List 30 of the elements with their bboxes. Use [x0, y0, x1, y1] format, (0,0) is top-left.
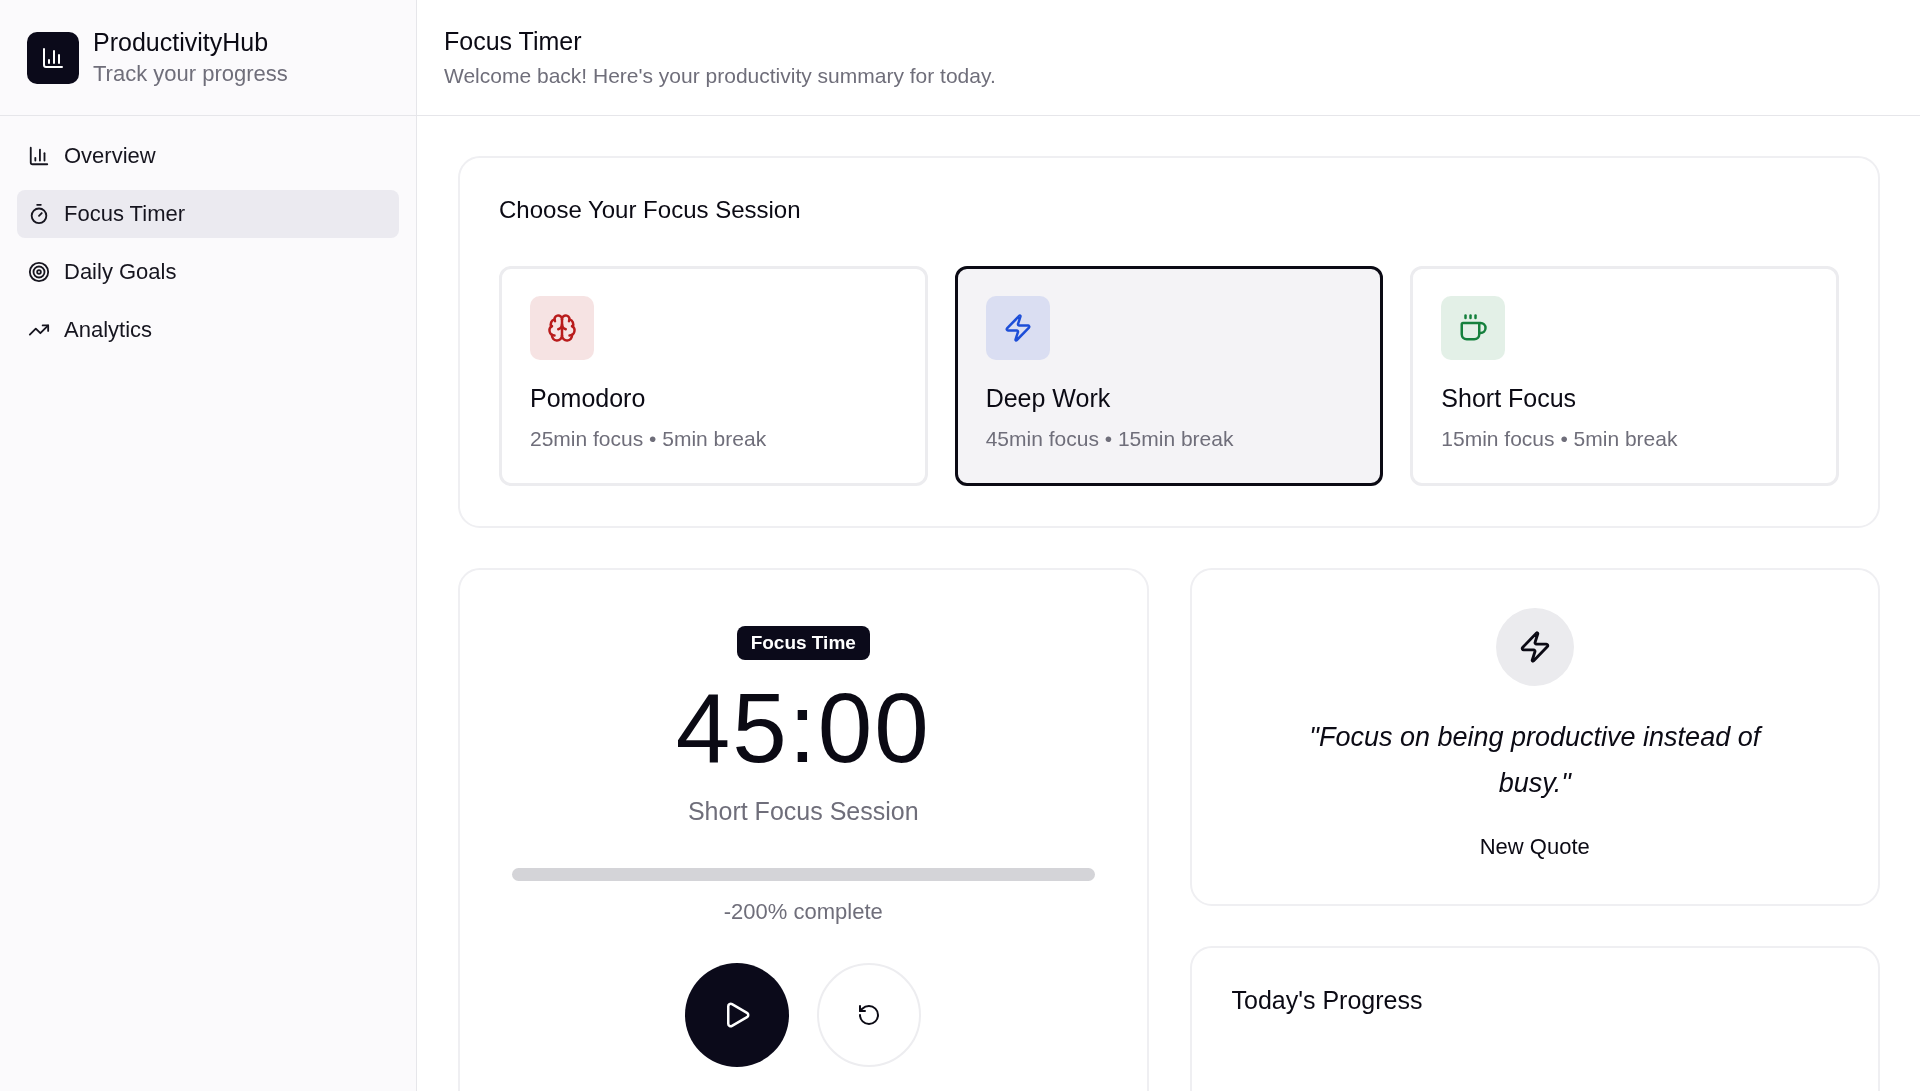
new-quote-button[interactable]: New Quote: [1463, 826, 1606, 868]
page-subtitle: Welcome back! Here's your productivity summary for today.: [444, 64, 997, 88]
logo-icon: [27, 31, 79, 84]
session-detail: 25min focus • 5min break: [530, 427, 768, 451]
reset-icon: [857, 1003, 882, 1027]
session-name: Pomodoro: [530, 384, 647, 413]
session-detail: 45min focus • 15min break: [985, 427, 1235, 451]
session-name: Short Focus: [1441, 384, 1578, 413]
section-title: Choose Your Focus Session: [499, 196, 802, 224]
mode-badge: Focus Time: [736, 626, 870, 660]
progress-text: -200% complete: [723, 899, 883, 925]
session-card[interactable]: Deep Work 45min focus • 15min break: [954, 266, 1384, 486]
sidebar-item[interactable]: Daily Goals: [17, 248, 399, 296]
bar-chart-icon: [28, 145, 50, 167]
quote-text: "Focus on being productive instead of busy.": [1308, 721, 1764, 800]
sidebar-item[interactable]: Focus Timer: [17, 190, 399, 238]
sidebar-item[interactable]: Analytics: [17, 306, 399, 354]
target-icon: [28, 261, 50, 283]
sidebar-item[interactable]: Overview: [17, 132, 399, 180]
session-name: Deep Work: [985, 384, 1112, 413]
brand-name: ProductivityHub: [93, 28, 270, 57]
session-detail: 15min focus • 5min break: [1441, 427, 1679, 451]
timer-display: 45:00: [675, 672, 931, 785]
progress-title: Today's Progress: [1231, 986, 1424, 1015]
page-title: Focus Timer: [444, 27, 583, 56]
stopwatch-icon: [28, 203, 50, 225]
brand-tagline: Track your progress: [93, 61, 288, 87]
session-card[interactable]: Short Focus 15min focus • 5min break: [1410, 266, 1839, 486]
session-label: Short Focus Session: [687, 797, 919, 826]
session-card[interactable]: Pomodoro 25min focus • 5min break: [499, 266, 928, 486]
